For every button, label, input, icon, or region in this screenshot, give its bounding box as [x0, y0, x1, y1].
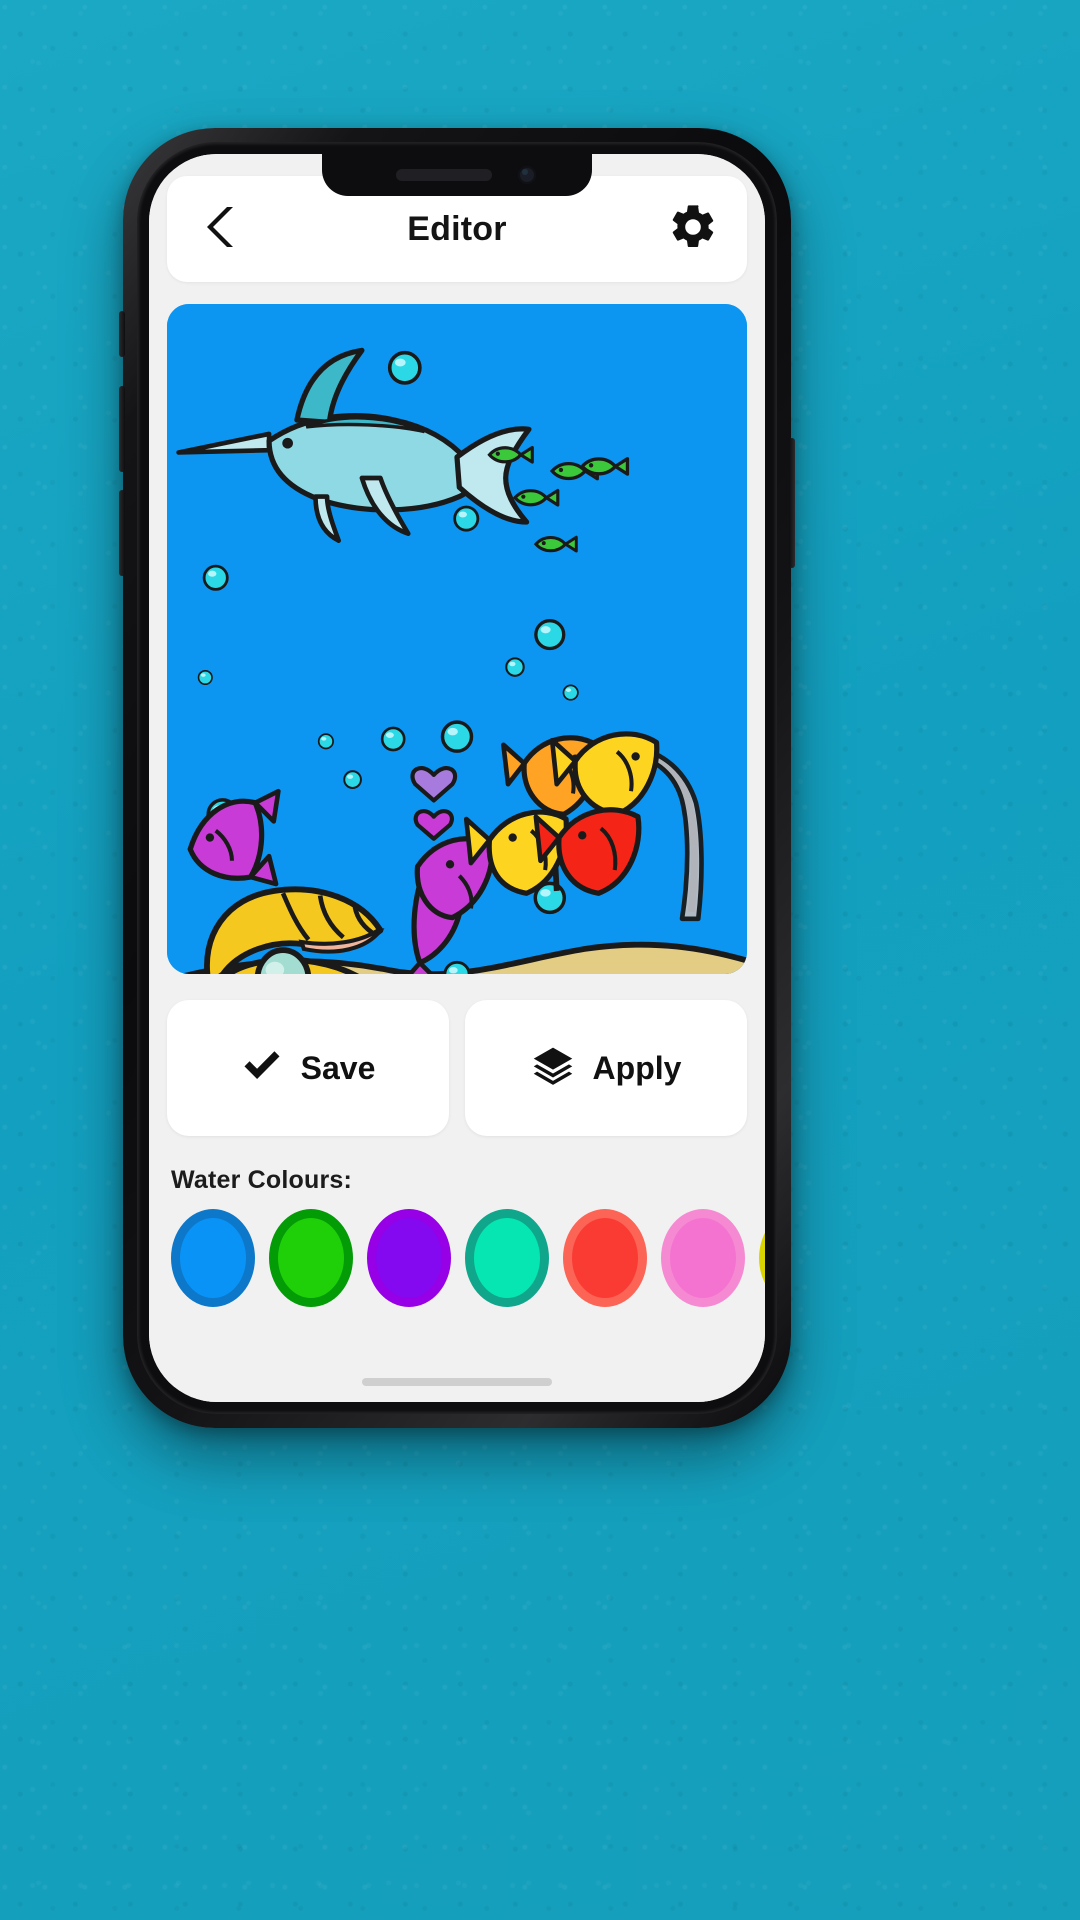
colour-swatch-fill: [376, 1218, 442, 1298]
front-camera-icon: [518, 166, 536, 184]
water-colours-section: Water Colours:: [149, 1166, 765, 1307]
power-button[interactable]: [789, 438, 795, 568]
colour-swatch-teal[interactable]: [465, 1209, 549, 1307]
save-button[interactable]: Save: [167, 1000, 449, 1136]
colour-swatch-fill: [670, 1218, 736, 1298]
layers-icon: [531, 1044, 575, 1093]
mute-switch[interactable]: [119, 311, 125, 357]
colour-swatch-fill: [572, 1218, 638, 1298]
colour-swatch-blue[interactable]: [171, 1209, 255, 1307]
checkmark-icon: [241, 1045, 283, 1092]
page-title: Editor: [407, 209, 507, 248]
apply-button-label: Apply: [592, 1049, 682, 1086]
palette-title: Water Colours:: [171, 1166, 353, 1194]
action-button-row: Save Apply: [167, 1000, 747, 1136]
colour-swatch-green[interactable]: [269, 1209, 353, 1307]
earpiece-speaker-icon: [396, 169, 492, 181]
colour-swatch-fill: [180, 1218, 246, 1298]
save-button-label: Save: [300, 1049, 376, 1086]
settings-button[interactable]: [665, 201, 721, 257]
volume-down-button[interactable]: [119, 490, 125, 576]
coloring-canvas[interactable]: [167, 304, 747, 974]
device-notch: [322, 154, 592, 196]
phone-screen: Editor Save Apply Water Colours:: [149, 154, 765, 1402]
apply-button[interactable]: Apply: [465, 1000, 747, 1136]
colour-swatch-purple[interactable]: [367, 1209, 451, 1307]
colour-swatch-row: [171, 1209, 765, 1307]
chevron-left-icon: [203, 204, 237, 255]
home-indicator: [362, 1378, 552, 1386]
colour-swatch-yellow[interactable]: [759, 1209, 765, 1307]
underwater-scene-illustration: [167, 304, 747, 974]
phone-device-frame: Editor Save Apply Water Colours:: [119, 128, 795, 1428]
colour-swatch-fill: [278, 1218, 344, 1298]
colour-swatch-red[interactable]: [563, 1209, 647, 1307]
colour-swatch-pink[interactable]: [661, 1209, 745, 1307]
editor-app: Editor Save Apply Water Colours:: [149, 154, 765, 1402]
colour-swatch-fill: [474, 1218, 540, 1298]
volume-up-button[interactable]: [119, 386, 125, 472]
back-button[interactable]: [193, 202, 247, 256]
gear-icon: [667, 201, 719, 258]
